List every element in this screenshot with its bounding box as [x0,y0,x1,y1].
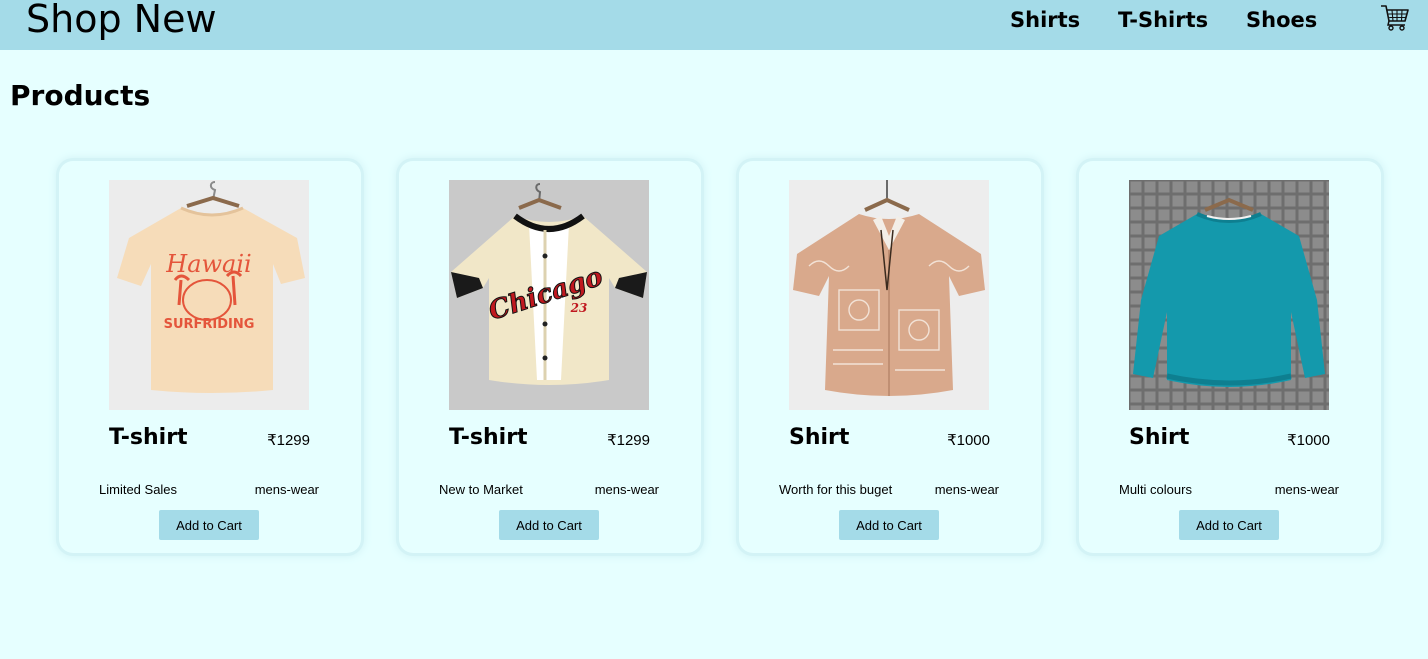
product-image[interactable] [789,180,989,410]
add-to-cart-button[interactable]: Add to Cart [839,510,939,540]
nav-shirts[interactable]: Shirts [1010,8,1080,32]
add-to-cart-button[interactable]: Add to Cart [159,510,259,540]
top-navbar: Shop New Shirts T-Shirts Shoes [0,0,1428,50]
product-name: Shirt [789,425,850,450]
product-price: ₹1299 [607,432,650,449]
cart-icon[interactable] [1380,3,1410,31]
add-to-cart-button[interactable]: Add to Cart [1179,510,1279,540]
svg-text:SURFRIDING: SURFRIDING [164,317,255,332]
product-price: ₹1299 [267,432,310,449]
add-to-cart-button[interactable]: Add to Cart [499,510,599,540]
page-title: Products [10,79,151,112]
product-card: Shirt ₹1000 Multi colours mens-wear Add … [1079,161,1381,553]
product-name: T-shirt [109,425,188,450]
product-tag: Multi colours [1119,482,1192,497]
product-image[interactable]: Hawaii SURFRIDING [109,180,309,410]
product-card: Shirt ₹1000 Worth for this buget mens-we… [739,161,1041,553]
product-price: ₹1000 [1287,432,1330,449]
product-category: mens-wear [254,482,319,497]
product-category: mens-wear [1274,482,1339,497]
product-tag: Worth for this buget [779,482,893,497]
product-image[interactable] [1129,180,1329,410]
product-name: Shirt [1129,425,1190,450]
nav-shoes[interactable]: Shoes [1246,8,1317,32]
product-tag: Limited Sales [99,482,178,497]
product-tag: New to Market [439,482,523,497]
product-category: mens-wear [594,482,659,497]
product-card: Hawaii SURFRIDING T-shirt ₹1299 Limited … [59,161,361,553]
product-image[interactable]: Chicago 23 [449,180,649,410]
product-price: ₹1000 [947,432,990,449]
product-card: Chicago 23 T-shirt ₹1299 New to Market m… [399,161,701,553]
nav-t-shirts[interactable]: T-Shirts [1118,8,1208,32]
svg-text:23: 23 [570,301,588,315]
product-name: T-shirt [449,425,528,450]
product-category: mens-wear [934,482,999,497]
brand-logo[interactable]: Shop New [26,0,217,41]
